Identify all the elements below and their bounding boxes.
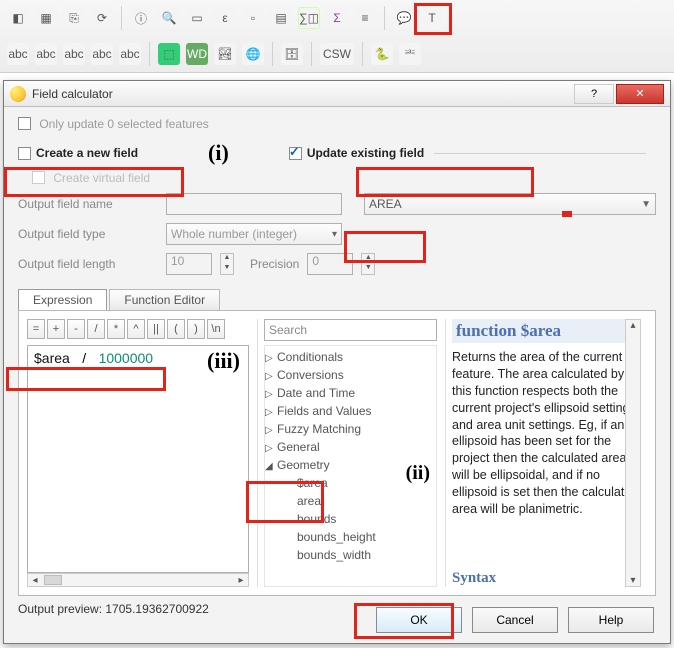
precision-label: Precision (250, 257, 299, 271)
help-syntax-label: Syntax (452, 570, 639, 587)
sigma-icon[interactable]: Σ (326, 7, 348, 29)
plugin-icon[interactable]: 🏞 (214, 43, 236, 65)
output-type-label: Output field type (18, 227, 158, 241)
label-icon[interactable]: abc (63, 43, 85, 65)
precision-input[interactable]: 0 (307, 253, 353, 275)
main-toolbar: ◧ ▦ ⎘ ⟳ ⓘ 🔍 ▭ ε ▫ ▤ ∑◫ Σ ≡ 💬 T abc abc a… (0, 0, 674, 73)
tab-function-editor[interactable]: Function Editor (109, 289, 220, 310)
op-plus[interactable]: + (47, 319, 65, 339)
tree-node-geometry[interactable]: ◢Geometry (ii) (265, 456, 436, 474)
tree-leaf[interactable]: bounds_height (265, 528, 436, 546)
select-rect-icon[interactable]: ▭ (186, 7, 208, 29)
output-name-input[interactable] (166, 193, 342, 215)
tree-node[interactable]: ▷Date and Time (265, 384, 436, 402)
deselect-icon[interactable]: ▫ (242, 7, 264, 29)
label-icon[interactable]: abc (91, 43, 113, 65)
help-button[interactable]: Help (568, 607, 654, 633)
plugin-icon[interactable]: ⎃ (399, 43, 421, 65)
help-button[interactable]: ? (574, 84, 614, 104)
toolbar-btn[interactable]: ◧ (7, 7, 29, 29)
db-icon[interactable]: 🗄 (281, 43, 303, 65)
cancel-button[interactable]: Cancel (472, 607, 558, 633)
op-newline[interactable]: \n (207, 319, 225, 339)
tip-icon[interactable]: 💬 (393, 7, 415, 29)
output-length-input[interactable]: 10 (166, 253, 212, 275)
function-tree[interactable]: ▷Conditionals ▷Conversions ▷Date and Tim… (264, 345, 437, 587)
plugin-icon[interactable]: WD (186, 43, 208, 65)
tab-expression[interactable]: Expression (18, 289, 107, 310)
op-div[interactable]: / (87, 319, 105, 339)
vscrollbar[interactable]: ▴▾ (625, 319, 641, 587)
table-icon[interactable]: ▤ (270, 7, 292, 29)
chevron-down-icon: ▼ (641, 199, 651, 210)
create-new-label: Create a new field (36, 146, 138, 160)
op-pow[interactable]: ^ (127, 319, 145, 339)
spinner-up-icon[interactable]: ▲ (221, 254, 233, 264)
zoom-icon[interactable]: 🔍 (158, 7, 180, 29)
info-icon[interactable]: ⓘ (130, 7, 152, 29)
create-virtual-label: Create virtual field (53, 171, 150, 185)
tree-node[interactable]: ▷Conditionals (265, 348, 436, 366)
search-input[interactable]: Search (264, 319, 437, 341)
label-icon[interactable]: abc (119, 43, 141, 65)
plugin-icon[interactable]: 🌐 (242, 43, 264, 65)
tree-leaf[interactable]: area (265, 492, 436, 510)
create-virtual-checkbox[interactable] (32, 171, 45, 184)
op-lparen[interactable]: ( (167, 319, 185, 339)
update-existing-checkbox[interactable] (289, 147, 302, 160)
op-rparen[interactable]: ) (187, 319, 205, 339)
annotation-ii: (ii) (406, 464, 430, 482)
update-field-value: AREA (369, 197, 402, 211)
highlight-toolbar-calc (414, 3, 452, 35)
tree-node[interactable]: ▷Conversions (265, 366, 436, 384)
help-body: Returns the area of the current feature.… (452, 349, 639, 560)
spinner-down-icon[interactable]: ▼ (221, 264, 233, 274)
hscrollbar[interactable]: ◂▸ (27, 573, 249, 587)
output-name-label: Output field name (18, 197, 158, 211)
operator-row: = + - / * ^ || ( ) \n (27, 319, 249, 339)
close-button[interactable]: ✕ (616, 84, 664, 104)
chevron-down-icon: ▾ (332, 229, 337, 240)
help-title: function $area (452, 319, 639, 343)
toolbar-btn[interactable]: ⎘ (63, 7, 85, 29)
spinner-down-icon[interactable]: ▼ (362, 264, 374, 274)
only-update-label: Only update 0 selected features (39, 117, 208, 131)
update-field-select[interactable]: AREA ▼ (364, 193, 656, 215)
annotation-iii: (iii) (207, 348, 240, 374)
only-update-checkbox[interactable] (18, 117, 31, 130)
output-length-label: Output field length (18, 257, 158, 271)
window-title: Field calculator (32, 87, 113, 101)
select-expr-icon[interactable]: ε (214, 7, 236, 29)
annotation-i: (i) (208, 140, 229, 166)
plugin-icon[interactable]: ⬚ (158, 43, 180, 65)
output-type-select[interactable]: Whole number (integer)▾ (166, 223, 342, 245)
tree-leaf[interactable]: bounds_width (265, 546, 436, 564)
tree-leaf[interactable]: bounds (265, 510, 436, 528)
toolbar-btn[interactable]: ▦ (35, 7, 57, 29)
ok-button[interactable]: OK (376, 607, 462, 633)
op-concat[interactable]: || (147, 319, 165, 339)
create-new-checkbox[interactable] (18, 147, 31, 160)
python-icon[interactable]: 🐍 (371, 43, 393, 65)
toolbar-btn[interactable]: ⟳ (91, 7, 113, 29)
field-calculator-dialog: Field calculator ? ✕ Only update 0 selec… (3, 80, 671, 644)
tree-node[interactable]: ▷General (265, 438, 436, 456)
tree-node[interactable]: ▷Fuzzy Matching (265, 420, 436, 438)
update-existing-label: Update existing field (307, 146, 424, 160)
label-icon[interactable]: abc (7, 43, 29, 65)
label-icon[interactable]: abc (35, 43, 57, 65)
op-mul[interactable]: * (107, 319, 125, 339)
app-icon (10, 86, 26, 102)
measure-icon[interactable]: ≡ (354, 7, 376, 29)
csw-icon[interactable]: CSW (320, 43, 354, 65)
op-eq[interactable]: = (27, 319, 45, 339)
op-minus[interactable]: - (67, 319, 85, 339)
spinner-up-icon[interactable]: ▲ (362, 254, 374, 264)
stray-mark (562, 211, 572, 217)
titlebar: Field calculator ? ✕ (4, 81, 670, 107)
field-calculator-icon[interactable]: ∑◫ (298, 7, 320, 29)
expression-editor[interactable]: $area / 1000000 (iii) (27, 345, 249, 573)
tree-node[interactable]: ▷Fields and Values (265, 402, 436, 420)
